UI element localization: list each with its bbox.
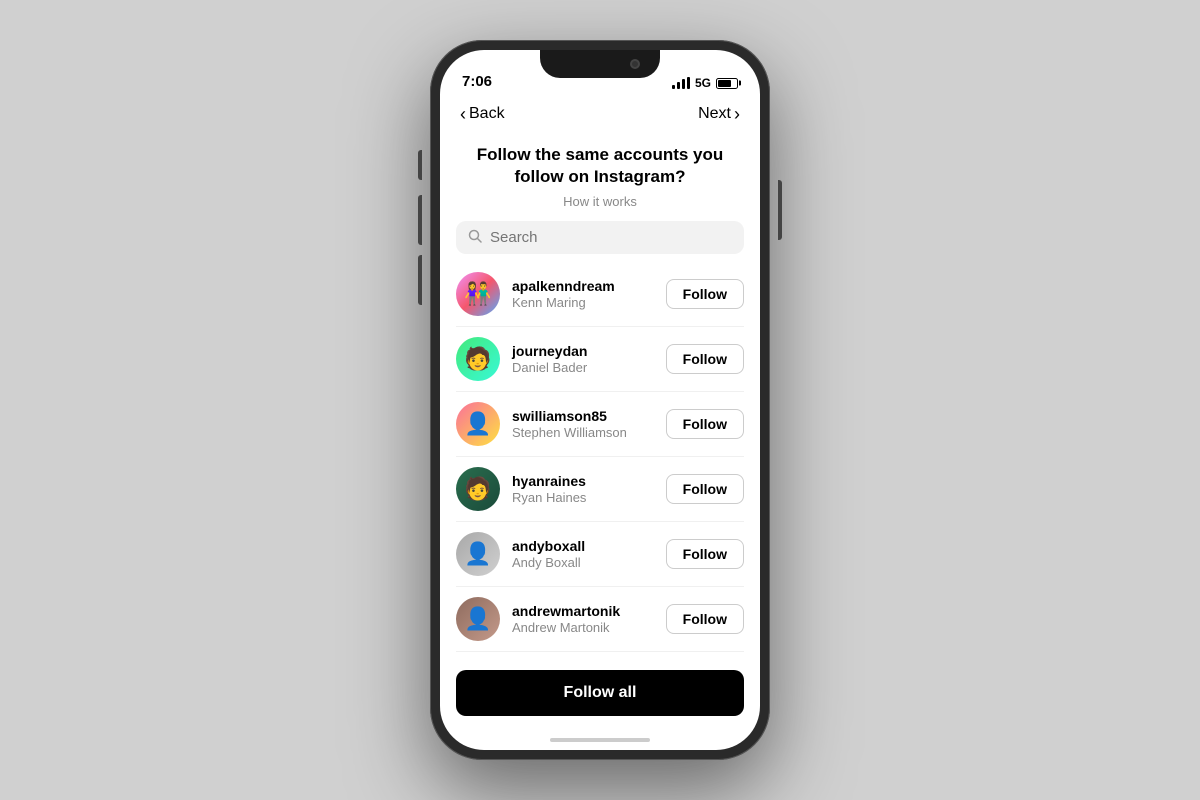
account-info: apalkenndream Kenn Maring bbox=[512, 278, 654, 310]
account-info: andrewmartonik Andrew Martonik bbox=[512, 603, 654, 635]
account-info: swilliamson85 Stephen Williamson bbox=[512, 408, 654, 440]
follow-button[interactable]: Follow bbox=[666, 539, 744, 569]
power-button bbox=[778, 180, 782, 240]
list-item: 🧑 journeydan Daniel Bader Follow bbox=[456, 327, 744, 392]
avatar: 👤 bbox=[456, 402, 500, 446]
avatar-image: 👤 bbox=[464, 541, 491, 567]
avatar: 👤 bbox=[456, 532, 500, 576]
search-bar[interactable] bbox=[456, 221, 744, 254]
avatar: 👤 bbox=[456, 597, 500, 641]
battery-fill bbox=[718, 80, 731, 87]
account-username: journeydan bbox=[512, 343, 654, 359]
camera bbox=[630, 59, 640, 69]
search-container bbox=[440, 221, 760, 254]
header-section: Follow the same accounts you follow on I… bbox=[440, 134, 760, 221]
account-info: andyboxall Andy Boxall bbox=[512, 538, 654, 570]
network-label: 5G bbox=[695, 76, 711, 90]
page-title: Follow the same accounts you follow on I… bbox=[460, 144, 740, 188]
avatar: 🧑 bbox=[456, 337, 500, 381]
list-item: 🧑 hyanraines Ryan Haines Follow bbox=[456, 457, 744, 522]
main-content: Follow the same accounts you follow on I… bbox=[440, 134, 760, 750]
search-input[interactable] bbox=[490, 229, 732, 246]
avatar-image: 👤 bbox=[464, 411, 491, 437]
back-label: Back bbox=[469, 105, 505, 123]
account-info: journeydan Daniel Bader bbox=[512, 343, 654, 375]
accounts-list: 👫 apalkenndream Kenn Maring Follow 🧑 jou… bbox=[440, 262, 760, 660]
avatar-image: 🧑 bbox=[464, 346, 491, 372]
home-bar bbox=[550, 738, 650, 742]
account-username: andrewmartonik bbox=[512, 603, 654, 619]
account-display-name: Kenn Maring bbox=[512, 295, 654, 310]
list-item: 👤 andrewmartonik Andrew Martonik Follow bbox=[456, 587, 744, 652]
list-item: 👤 swilliamson85 Stephen Williamson Follo… bbox=[456, 392, 744, 457]
account-username: swilliamson85 bbox=[512, 408, 654, 424]
account-display-name: Andrew Martonik bbox=[512, 620, 654, 635]
silent-button bbox=[418, 150, 422, 180]
scene: 7:06 5G ‹ Ba bbox=[0, 0, 1200, 800]
account-info: hyanraines Ryan Haines bbox=[512, 473, 654, 505]
phone-screen: 7:06 5G ‹ Ba bbox=[440, 50, 760, 750]
account-display-name: Daniel Bader bbox=[512, 360, 654, 375]
avatar-image: 🧑 bbox=[464, 476, 491, 502]
list-item: 👫 apalkenndream Kenn Maring Follow bbox=[456, 262, 744, 327]
back-button[interactable]: ‹ Back bbox=[460, 104, 505, 125]
account-display-name: Ryan Haines bbox=[512, 490, 654, 505]
next-button[interactable]: Next › bbox=[698, 104, 740, 125]
account-username: apalkenndream bbox=[512, 278, 654, 294]
list-item: 👤 andyboxall Andy Boxall Follow bbox=[456, 522, 744, 587]
follow-button[interactable]: Follow bbox=[666, 604, 744, 634]
chevron-left-icon: ‹ bbox=[460, 104, 466, 125]
home-indicator bbox=[440, 730, 760, 750]
follow-all-button[interactable]: Follow all bbox=[456, 670, 744, 716]
volume-down-button bbox=[418, 255, 422, 305]
next-label: Next bbox=[698, 105, 731, 123]
avatar-image: 👤 bbox=[464, 606, 491, 632]
list-item: 🦸 gwanatu Nicholas Sutrich Follow bbox=[456, 652, 744, 660]
search-icon bbox=[468, 229, 482, 246]
follow-button[interactable]: Follow bbox=[666, 344, 744, 374]
signal-icon bbox=[672, 77, 690, 89]
how-it-works-link[interactable]: How it works bbox=[460, 194, 740, 209]
battery-icon bbox=[716, 78, 738, 89]
follow-button[interactable]: Follow bbox=[666, 279, 744, 309]
avatar-image: 👫 bbox=[464, 281, 491, 307]
phone-frame: 7:06 5G ‹ Ba bbox=[430, 40, 770, 760]
status-time: 7:06 bbox=[462, 73, 492, 90]
account-username: andyboxall bbox=[512, 538, 654, 554]
avatar: 🧑 bbox=[456, 467, 500, 511]
account-display-name: Stephen Williamson bbox=[512, 425, 654, 440]
chevron-right-icon: › bbox=[734, 104, 740, 125]
account-username: hyanraines bbox=[512, 473, 654, 489]
follow-button[interactable]: Follow bbox=[666, 474, 744, 504]
nav-bar: ‹ Back Next › bbox=[440, 94, 760, 134]
follow-all-container: Follow all bbox=[440, 660, 760, 730]
avatar: 👫 bbox=[456, 272, 500, 316]
notch bbox=[540, 50, 660, 78]
volume-up-button bbox=[418, 195, 422, 245]
follow-button[interactable]: Follow bbox=[666, 409, 744, 439]
status-icons: 5G bbox=[672, 76, 738, 90]
account-display-name: Andy Boxall bbox=[512, 555, 654, 570]
